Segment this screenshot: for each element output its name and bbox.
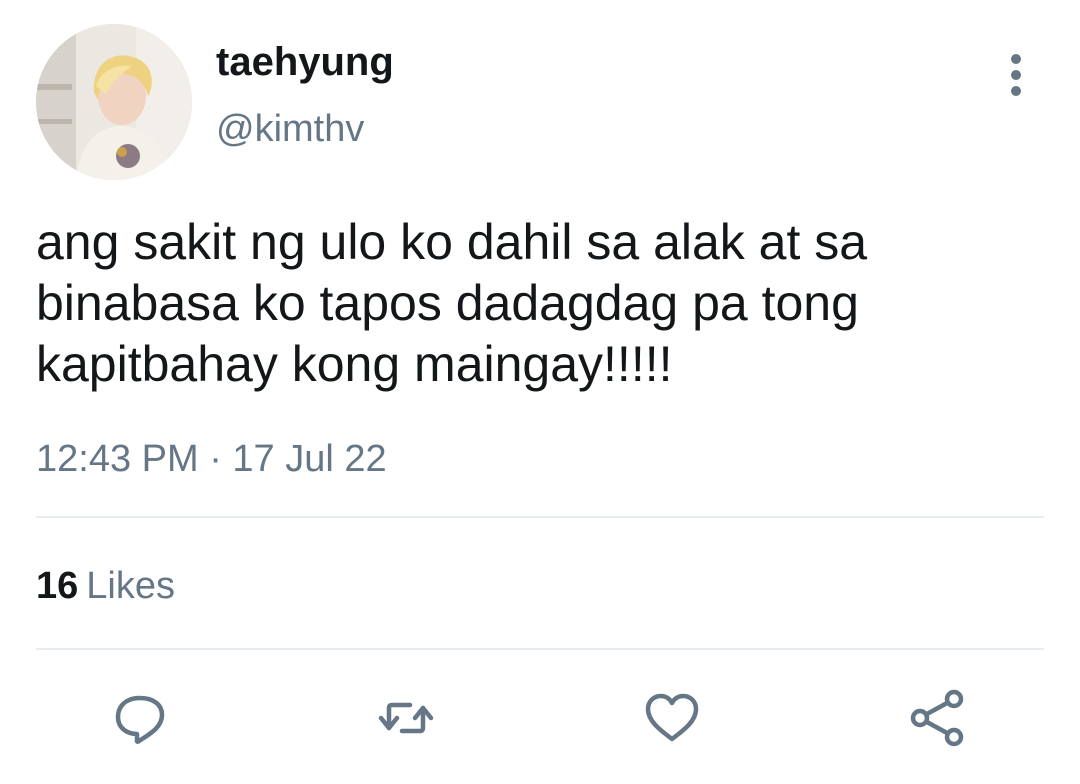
avatar-photo	[36, 24, 192, 180]
heart-icon	[645, 693, 699, 742]
divider	[36, 648, 1044, 650]
more-vertical-icon	[1011, 54, 1021, 96]
divider	[36, 516, 1044, 518]
display-name[interactable]: taehyung	[216, 38, 394, 86]
like-button[interactable]	[640, 686, 704, 750]
retweet-button[interactable]	[374, 686, 438, 750]
more-options-button[interactable]	[996, 50, 1036, 100]
share-icon	[910, 689, 964, 747]
reply-icon	[115, 695, 165, 744]
retweet-icon	[378, 702, 434, 734]
reply-button[interactable]	[108, 686, 172, 750]
avatar[interactable]	[36, 24, 192, 180]
tweet-timestamp[interactable]: 12:43 PM · 17 Jul 22	[36, 435, 387, 483]
user-handle[interactable]: @kimthv	[216, 106, 364, 152]
likes-label: Likes	[86, 565, 175, 607]
likes-count: 16	[36, 565, 79, 607]
likes-row[interactable]: 16 Likes	[36, 562, 175, 610]
tweet-text: ang sakit ng ulo ko dahil sa alak at sa …	[36, 214, 868, 392]
share-button[interactable]	[906, 686, 970, 750]
